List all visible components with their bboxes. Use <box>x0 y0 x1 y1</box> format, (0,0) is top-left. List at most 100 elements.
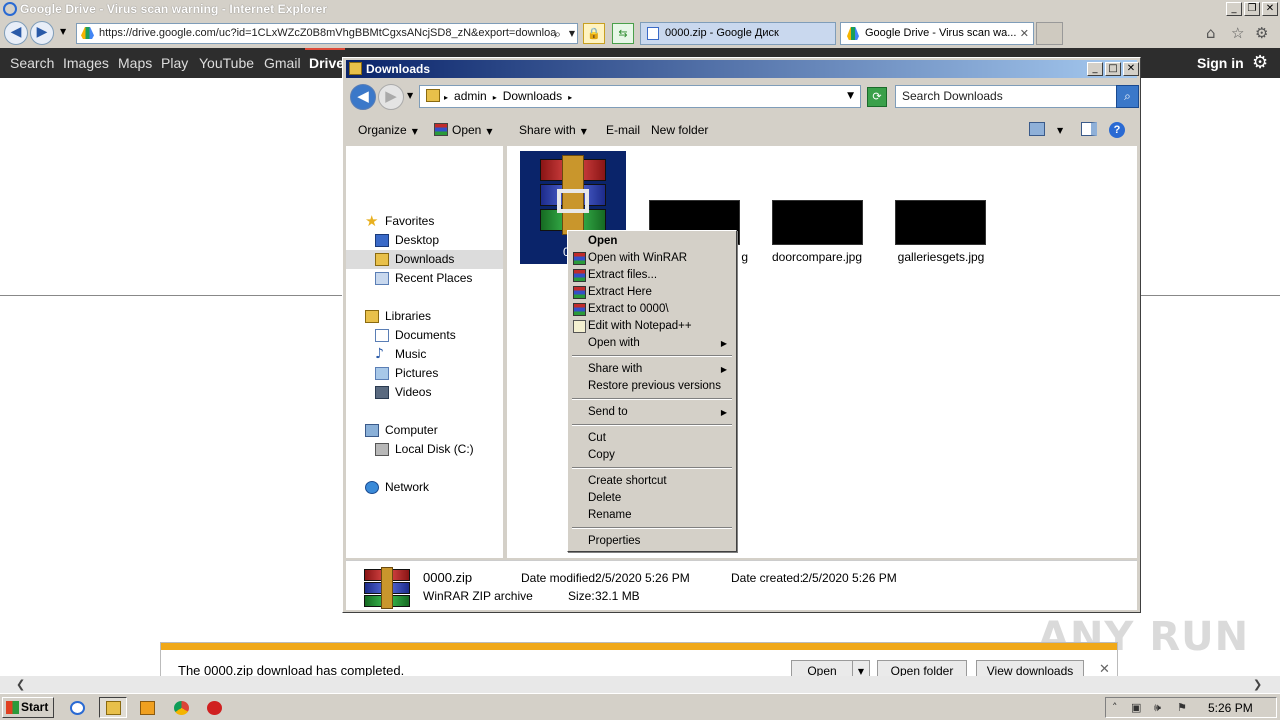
lock-icon[interactable]: 🔒 <box>583 23 605 44</box>
network-tray-icon[interactable]: ▣ <box>1131 701 1141 714</box>
sign-in-button[interactable]: Sign in <box>1197 55 1244 71</box>
taskbar-antivirus[interactable] <box>200 697 228 718</box>
sidebar-item-videos[interactable]: Videos <box>346 383 503 402</box>
sidebar-item-computer[interactable]: Computer <box>346 421 503 440</box>
menu-item-delete[interactable]: Delete <box>571 490 733 507</box>
file-label[interactable]: doorcompare.jpg <box>757 250 877 264</box>
search-icon[interactable]: ⌕ <box>1116 85 1139 108</box>
new-folder-button[interactable]: New folder <box>651 123 708 137</box>
email-button[interactable]: E-mail <box>606 123 640 137</box>
chevron-right-icon[interactable]: ▸ <box>444 93 448 102</box>
sidebar-item-pictures[interactable]: Pictures <box>346 364 503 383</box>
share-with-button[interactable]: Share with ▼ <box>519 123 587 137</box>
search-icon[interactable]: ⌕ <box>554 25 561 43</box>
menu-item-open-with-winrar[interactable]: Open with WinRAR <box>571 250 733 267</box>
taskbar-chrome[interactable] <box>167 697 195 718</box>
menu-item-create-shortcut[interactable]: Create shortcut <box>571 473 733 490</box>
action-center-flag-icon[interactable]: ⚑ <box>1177 701 1187 714</box>
menu-item-share-with[interactable]: Share with ▶ <box>571 361 733 378</box>
gbar-drive-link[interactable]: Drive <box>309 55 344 71</box>
close-button[interactable]: ✕ <box>1123 62 1139 76</box>
forward-button[interactable]: ▶ <box>30 21 54 45</box>
file-label[interactable]: galleriesgets.jpg <box>881 250 1001 264</box>
favorites-star-icon[interactable]: ☆ <box>1231 24 1244 42</box>
sidebar-item-documents[interactable]: Documents <box>346 326 503 345</box>
home-icon[interactable]: ⌂ <box>1206 24 1216 42</box>
address-dropdown-icon[interactable]: ▼ <box>569 24 575 43</box>
refresh-icon[interactable]: ⇆ <box>612 23 634 44</box>
clock[interactable]: 5:26 PM <box>1208 701 1253 715</box>
new-tab-button[interactable] <box>1036 22 1063 45</box>
breadcrumb-downloads[interactable]: Downloads <box>503 89 562 103</box>
scroll-right-icon[interactable]: ❯ <box>1253 678 1262 691</box>
scroll-left-icon[interactable]: ❮ <box>16 678 25 691</box>
gear-icon[interactable]: ⚙ <box>1255 24 1268 42</box>
taskbar-explorer[interactable] <box>99 697 127 718</box>
sidebar-item-libraries[interactable]: Libraries <box>346 307 503 326</box>
taskbar-internet-explorer[interactable] <box>63 697 91 718</box>
address-bar[interactable]: https://drive.google.com/uc?id=1CLxWZcZ0… <box>76 23 578 44</box>
tab-google-disk[interactable]: 0000.zip - Google Диск <box>640 22 836 45</box>
breadcrumb[interactable]: ▸ admin ▸ Downloads ▸ ▼ <box>419 85 861 108</box>
sidebar-item-music[interactable]: ♪ Music <box>346 345 503 364</box>
start-button[interactable]: Start <box>2 697 54 718</box>
breadcrumb-admin[interactable]: admin <box>454 89 487 103</box>
tab-virus-scan-warning[interactable]: Google Drive - Virus scan wa... ✕ <box>840 22 1034 45</box>
gbar-images-link[interactable]: Images <box>63 55 109 71</box>
chevron-right-icon[interactable]: ▸ <box>568 93 572 102</box>
view-dropdown-icon[interactable]: ▼ <box>1057 126 1063 135</box>
menu-item-open-with[interactable]: Open with ▶ <box>571 335 733 352</box>
close-tab-icon[interactable]: ✕ <box>1020 23 1029 44</box>
menu-item-properties[interactable]: Properties <box>571 533 733 550</box>
taskbar-media-player[interactable] <box>133 697 161 718</box>
volume-icon[interactable]: 🕪 <box>1154 701 1161 715</box>
menu-item-extract-to[interactable]: Extract to 0000\ <box>571 301 733 318</box>
recent-pages-dropdown-icon[interactable]: ▼ <box>407 91 413 100</box>
close-button[interactable]: ✕ <box>1262 2 1278 16</box>
show-hidden-icons-icon[interactable]: ˄ <box>1112 701 1118 714</box>
menu-item-cut[interactable]: Cut <box>571 430 733 447</box>
organize-button[interactable]: Organize ▼ <box>358 123 418 137</box>
menu-item-extract-here[interactable]: Extract Here <box>571 284 733 301</box>
preview-pane-icon[interactable] <box>1081 122 1097 136</box>
gear-icon[interactable]: ⚙ <box>1252 52 1268 73</box>
details-file-type: WinRAR ZIP archive <box>423 589 533 603</box>
sidebar-item-favorites[interactable]: ★ Favorites <box>346 212 503 231</box>
chevron-right-icon[interactable]: ▸ <box>493 93 497 102</box>
menu-item-rename[interactable]: Rename <box>571 507 733 524</box>
forward-button[interactable]: ▶ <box>378 84 404 110</box>
maximize-button[interactable]: □ <box>1105 62 1121 76</box>
menu-item-send-to[interactable]: Send to ▶ <box>571 404 733 421</box>
file-item-galleriesgets-thumbnail[interactable] <box>895 200 986 245</box>
path-dropdown-icon[interactable]: ▼ <box>847 86 854 107</box>
sidebar-item-recent-places[interactable]: Recent Places <box>346 269 503 288</box>
minimize-button[interactable]: _ <box>1226 2 1242 16</box>
menu-item-restore-previous-versions[interactable]: Restore previous versions <box>571 378 733 395</box>
back-button[interactable]: ◀ <box>350 84 376 110</box>
restore-button[interactable]: ❐ <box>1244 2 1260 16</box>
sidebar-item-network[interactable]: Network <box>346 478 503 497</box>
minimize-button[interactable]: _ <box>1087 62 1103 76</box>
refresh-icon[interactable]: ⟳ <box>867 87 887 107</box>
sidebar-item-downloads[interactable]: Downloads <box>346 250 503 269</box>
gbar-play-link[interactable]: Play <box>161 55 188 71</box>
open-button[interactable]: Open ▼ <box>434 123 493 137</box>
gbar-search-link[interactable]: Search <box>10 55 54 71</box>
file-item-doorcompare-thumbnail[interactable] <box>772 200 863 245</box>
back-button[interactable]: ◀ <box>4 21 28 45</box>
menu-item-copy[interactable]: Copy <box>571 447 733 464</box>
menu-item-extract-files[interactable]: Extract files... <box>571 267 733 284</box>
sidebar-item-desktop[interactable]: Desktop <box>346 231 503 250</box>
menu-item-open[interactable]: Open <box>571 233 733 250</box>
horizontal-scrollbar[interactable]: ❮ ❯ <box>0 676 1280 693</box>
close-icon[interactable]: ✕ <box>1099 662 1110 677</box>
history-dropdown-icon[interactable]: ▼ <box>60 27 66 36</box>
gbar-maps-link[interactable]: Maps <box>118 55 152 71</box>
help-icon[interactable]: ? <box>1109 122 1125 138</box>
sidebar-item-local-disk[interactable]: Local Disk (C:) <box>346 440 503 459</box>
view-options-icon[interactable] <box>1029 122 1045 136</box>
search-input[interactable]: Search Downloads ⌕ <box>895 85 1139 108</box>
gbar-youtube-link[interactable]: YouTube <box>199 55 254 71</box>
gbar-gmail-link[interactable]: Gmail <box>264 55 301 71</box>
menu-item-edit-notepadpp[interactable]: Edit with Notepad++ <box>571 318 733 335</box>
